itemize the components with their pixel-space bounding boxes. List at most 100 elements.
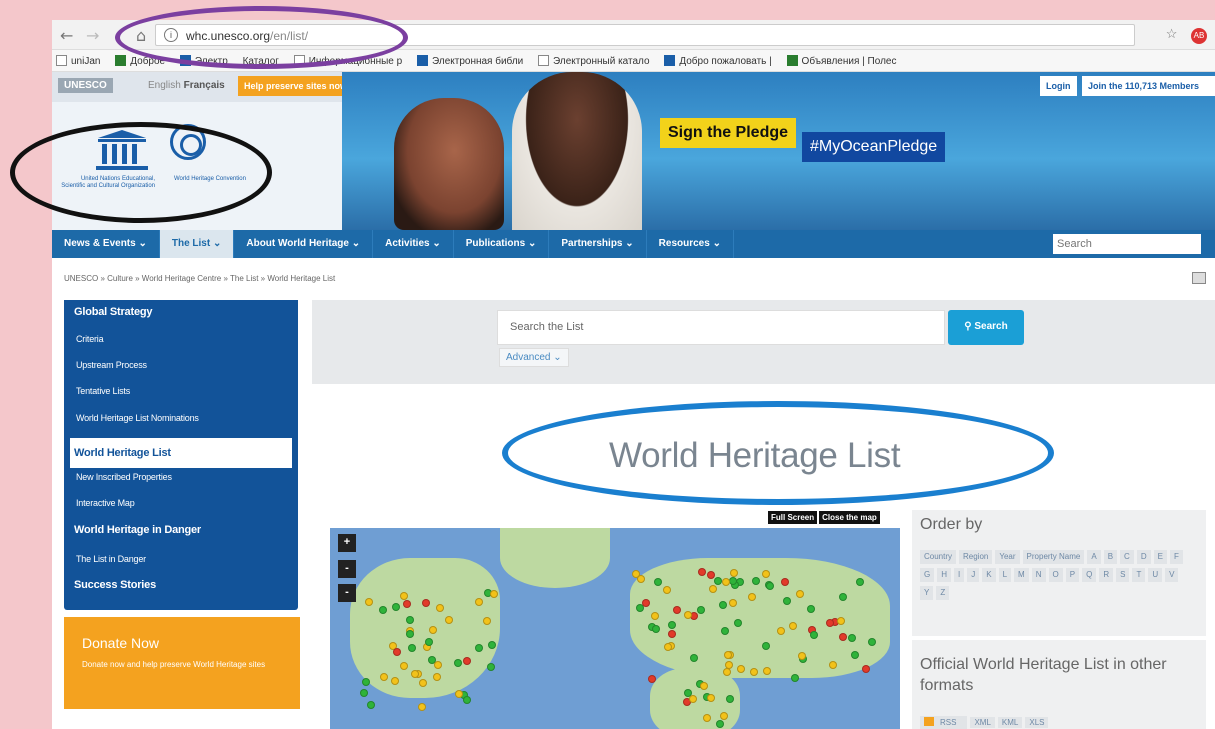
heritage-site-marker[interactable] [631,569,640,578]
heritage-site-marker[interactable] [762,667,771,676]
order-by-option[interactable]: S [1116,568,1130,582]
order-by-option[interactable]: Property Name [1022,550,1085,564]
bookmark-item[interactable]: Каталог [239,51,287,67]
order-by-option[interactable]: D [1136,550,1151,564]
heritage-site-marker[interactable] [380,672,389,681]
sidebar-item-upstream-process[interactable]: Upstream Process [64,352,298,378]
order-by-option[interactable]: J [967,568,980,582]
heritage-site-marker[interactable] [810,630,819,639]
order-by-option[interactable]: L [998,568,1012,582]
format-xls-link[interactable]: XLS [1025,717,1049,728]
nav-the-list[interactable]: The List ⌄ [159,230,235,258]
heritage-site-marker[interactable] [391,602,400,611]
donate-box[interactable]: Donate Now Donate now and help preserve … [64,617,300,709]
close-map-button[interactable]: Close the map [819,511,880,524]
heritage-site-marker[interactable] [402,600,411,609]
order-by-option[interactable]: E [1153,550,1167,564]
heritage-site-marker[interactable] [720,627,729,636]
heritage-site-marker[interactable] [433,661,442,670]
nav-partnerships[interactable]: Partnerships ⌄ [549,230,647,258]
heritage-site-marker[interactable] [751,576,760,585]
heritage-site-marker[interactable] [418,678,427,687]
heritage-site-marker[interactable] [826,618,835,627]
heritage-site-marker[interactable] [790,673,799,682]
order-by-option[interactable]: I [954,568,965,582]
heritage-site-marker[interactable] [728,599,737,608]
heritage-site-marker[interactable] [839,632,848,641]
order-by-option[interactable]: Q [1082,568,1097,582]
heritage-site-marker[interactable] [722,577,731,586]
sign-pledge-button[interactable]: Sign the Pledge [660,118,797,148]
heritage-site-marker[interactable] [474,597,483,606]
heritage-site-marker[interactable] [766,581,775,590]
list-search-button[interactable]: ⚲ Search [948,310,1024,345]
heritage-site-marker[interactable] [762,641,771,650]
sidebar-item-new-inscribed[interactable]: New Inscribed Properties [64,464,298,490]
heritage-site-marker[interactable] [703,713,712,722]
heritage-site-marker[interactable] [405,629,414,638]
heritage-site-marker[interactable] [720,711,729,720]
heritage-site-marker[interactable] [364,597,373,606]
heritage-site-marker[interactable] [838,593,847,602]
advanced-search-toggle[interactable]: Advanced ⌄ [499,348,569,367]
sidebar-item-nominations[interactable]: World Heritage List Nominations [64,405,298,431]
sidebar-item-interactive-map[interactable]: Interactive Map [64,490,298,516]
order-by-option[interactable]: Year [995,550,1020,564]
heritage-site-marker[interactable] [454,658,463,667]
bookmark-star-icon[interactable]: ☆ [1166,26,1178,41]
bookmark-item[interactable]: Электр [176,50,236,67]
heritage-site-marker[interactable] [424,638,433,647]
format-kml-link[interactable]: KML [997,717,1023,728]
heritage-site-marker[interactable] [393,647,402,656]
map-zoom-out-button[interactable]: - [338,560,356,578]
order-by-option[interactable]: N [1031,568,1046,582]
interactive-map[interactable]: + - - [330,528,900,729]
order-by-option[interactable]: V [1165,568,1179,582]
url-field[interactable]: i whc.unesco.org/en/list/ [155,24,1135,46]
heritage-site-marker[interactable] [433,672,442,681]
heritage-site-marker[interactable] [722,667,731,676]
sidebar-item-global-strategy[interactable]: Global Strategy [64,300,298,326]
sidebar-item-in-danger[interactable]: World Heritage in Danger [64,518,298,544]
heritage-site-marker[interactable] [463,695,472,704]
order-by-option[interactable]: Y [920,586,934,600]
info-icon[interactable]: i [164,28,178,42]
nav-about-world-heritage[interactable]: About World Heritage ⌄ [234,230,374,258]
heritage-site-marker[interactable] [672,605,681,614]
nav-publications[interactable]: Publications ⌄ [454,230,550,258]
heritage-site-marker[interactable] [390,677,399,686]
heritage-site-marker[interactable] [436,603,445,612]
heritage-site-marker[interactable] [788,622,797,631]
format-xml-link[interactable]: XML [970,717,995,728]
map-reset-button[interactable]: - [338,584,356,602]
order-by-option[interactable]: Country [920,550,957,564]
order-by-option[interactable]: M [1014,568,1029,582]
format-rss-link[interactable]: RSS [920,716,968,729]
heritage-site-marker[interactable] [454,690,463,699]
heritage-site-marker[interactable] [706,571,715,580]
heritage-site-marker[interactable] [733,618,742,627]
world-heritage-emblem-icon[interactable] [170,124,206,160]
heritage-site-marker[interactable] [487,662,496,671]
order-by-option[interactable]: U [1148,568,1163,582]
bookmark-item[interactable]: Электронная библи [413,50,531,67]
heritage-site-marker[interactable] [421,599,430,608]
heritage-site-marker[interactable] [729,568,738,577]
bookmark-item[interactable]: Объявления | Полес [783,50,905,67]
heritage-site-marker[interactable] [489,589,498,598]
heritage-site-marker[interactable] [428,625,437,634]
order-by-option[interactable]: P [1065,568,1080,582]
sidebar-item-list-in-danger[interactable]: The List in Danger [64,546,298,572]
order-by-option[interactable]: H [937,568,952,582]
sidebar-item-success-stories[interactable]: Success Stories [64,573,298,599]
lang-french[interactable]: Français [184,80,225,91]
header-search-input[interactable] [1053,234,1201,254]
order-by-option[interactable]: A [1087,550,1101,564]
sidebar-item-criteria[interactable]: Criteria [64,326,298,352]
bookmark-item[interactable]: Информационные р [290,50,411,67]
heritage-site-marker[interactable] [417,702,426,711]
bookmark-item[interactable]: Доброе [111,50,173,67]
order-by-option[interactable]: R [1099,568,1114,582]
bookmark-item[interactable]: Добро пожаловать | [660,50,779,67]
login-link[interactable]: Login [1040,76,1077,96]
